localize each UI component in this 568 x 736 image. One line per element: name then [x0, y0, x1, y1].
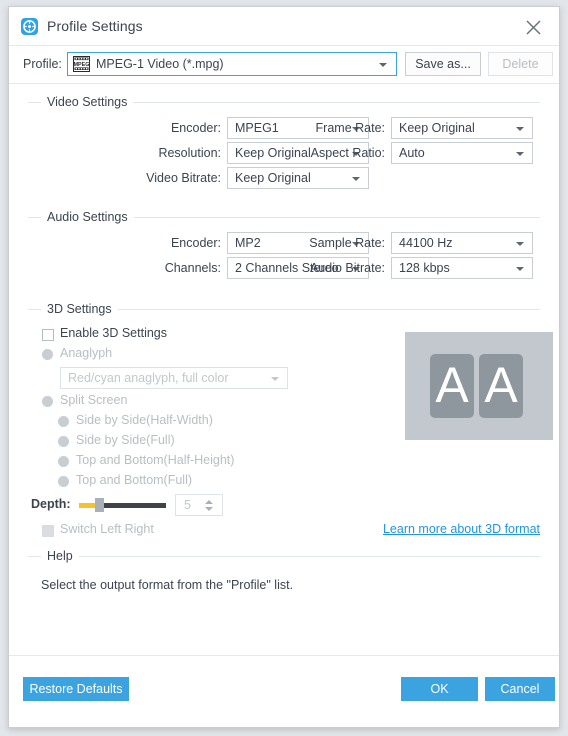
svg-text:MPEG: MPEG: [74, 62, 90, 68]
learn-more-3d-link[interactable]: Learn more about 3D format: [383, 522, 540, 536]
save-as-button[interactable]: Save as...: [405, 52, 481, 76]
enable-3d-checkbox[interactable]: [42, 329, 54, 341]
profile-label: Profile:: [23, 57, 62, 71]
video-settings-title: Video Settings: [41, 95, 134, 110]
title-bar: Profile Settings: [9, 7, 559, 46]
cancel-button[interactable]: Cancel: [485, 677, 555, 701]
chevron-down-icon: [516, 242, 524, 246]
stepper-up-icon: [205, 500, 213, 504]
anaglyph-type-value: Red/cyan anaglyph, full color: [68, 371, 229, 385]
switch-left-right-checkbox: [42, 525, 54, 537]
help-title: Help: [41, 549, 79, 564]
sample-rate-label: Sample Rate:: [309, 236, 385, 250]
split-option-label: Side by Side(Half-Width): [76, 413, 213, 427]
audio-channels-label: Channels:: [164, 261, 221, 275]
anaglyph-label: Anaglyph: [60, 346, 113, 360]
preview-letter-right: A: [479, 354, 523, 418]
preview-letter-left: A: [430, 354, 474, 418]
three-d-preview: A A: [405, 332, 553, 440]
audio-bitrate-select[interactable]: 128 kbps: [391, 257, 533, 279]
mpeg-film-icon: MPEG: [73, 56, 90, 72]
depth-value: 5: [184, 498, 191, 512]
audio-bitrate-value: 128 kbps: [399, 261, 450, 275]
aspect-ratio-label: Aspect Ratio:: [310, 146, 385, 160]
audio-encoder-label: Encoder:: [170, 236, 221, 250]
film-reel-icon: [21, 18, 38, 35]
chevron-down-icon: [271, 377, 279, 381]
depth-slider-track[interactable]: [103, 503, 166, 508]
help-text: Select the output format from the "Profi…: [41, 578, 294, 592]
stepper-down-icon: [205, 507, 213, 511]
restore-defaults-button[interactable]: Restore Defaults: [23, 677, 129, 701]
audio-settings-title: Audio Settings: [41, 210, 134, 225]
aspect-ratio-value: Auto: [399, 146, 425, 160]
video-bitrate-select[interactable]: Keep Original: [227, 167, 369, 189]
split-screen-radio: [42, 396, 53, 407]
chevron-down-icon: [516, 267, 524, 271]
depth-label: Depth:: [31, 497, 71, 511]
screen: Profile Settings Profile: MPEG MPEG-1 Vi…: [0, 0, 568, 736]
audio-bitrate-label: Audio Bitrate:: [309, 261, 385, 275]
split-option-radio: [58, 456, 69, 467]
audio-encoder-value: MP2: [235, 236, 261, 250]
switch-left-right-label: Switch Left Right: [60, 522, 154, 536]
close-icon[interactable]: [517, 13, 551, 41]
dialog-footer: Restore Defaults OK Cancel: [9, 655, 559, 727]
profile-selected-value: MPEG-1 Video (*.mpg): [96, 57, 224, 71]
profile-select[interactable]: MPEG MPEG-1 Video (*.mpg): [67, 52, 397, 76]
split-option-label: Side by Side(Full): [76, 433, 175, 447]
anaglyph-radio: [42, 349, 53, 360]
split-option-radio: [58, 476, 69, 487]
depth-slider-thumb[interactable]: [95, 498, 104, 512]
split-screen-label: Split Screen: [60, 393, 128, 407]
frame-rate-select[interactable]: Keep Original: [391, 117, 533, 139]
dialog-title: Profile Settings: [47, 18, 143, 34]
content-area: Video Settings Encoder: MPEG1 Resolution…: [9, 84, 559, 694]
split-option-radio: [58, 436, 69, 447]
split-option-label: Top and Bottom(Full): [76, 473, 193, 487]
depth-spinner: 5: [175, 494, 223, 516]
video-encoder-label: Encoder:: [170, 121, 221, 135]
frame-rate-value: Keep Original: [399, 121, 475, 135]
video-bitrate-value: Keep Original: [235, 171, 311, 185]
profile-bar: Profile: MPEG MPEG-1 Video (*.mpg) Save …: [9, 46, 559, 84]
ok-button[interactable]: OK: [401, 677, 478, 701]
split-option-radio: [58, 416, 69, 427]
chevron-down-icon: [379, 63, 387, 67]
anaglyph-type-select: Red/cyan anaglyph, full color: [60, 367, 288, 389]
chevron-down-icon: [516, 152, 524, 156]
video-encoder-value: MPEG1: [235, 121, 279, 135]
sample-rate-select[interactable]: 44100 Hz: [391, 232, 533, 254]
chevron-down-icon: [352, 177, 360, 181]
profile-settings-dialog: Profile Settings Profile: MPEG MPEG-1 Vi…: [8, 6, 560, 728]
three-d-settings-title: 3D Settings: [41, 302, 118, 317]
chevron-down-icon: [516, 127, 524, 131]
video-bitrate-label: Video Bitrate:: [146, 171, 221, 185]
delete-button: Delete: [488, 52, 553, 76]
frame-rate-label: Frame Rate:: [315, 121, 385, 135]
video-resolution-label: Resolution:: [158, 146, 221, 160]
enable-3d-label: Enable 3D Settings: [60, 326, 168, 340]
aspect-ratio-select[interactable]: Auto: [391, 142, 533, 164]
split-option-label: Top and Bottom(Half-Height): [76, 453, 235, 467]
sample-rate-value: 44100 Hz: [399, 236, 453, 250]
group-divider: [28, 556, 540, 557]
